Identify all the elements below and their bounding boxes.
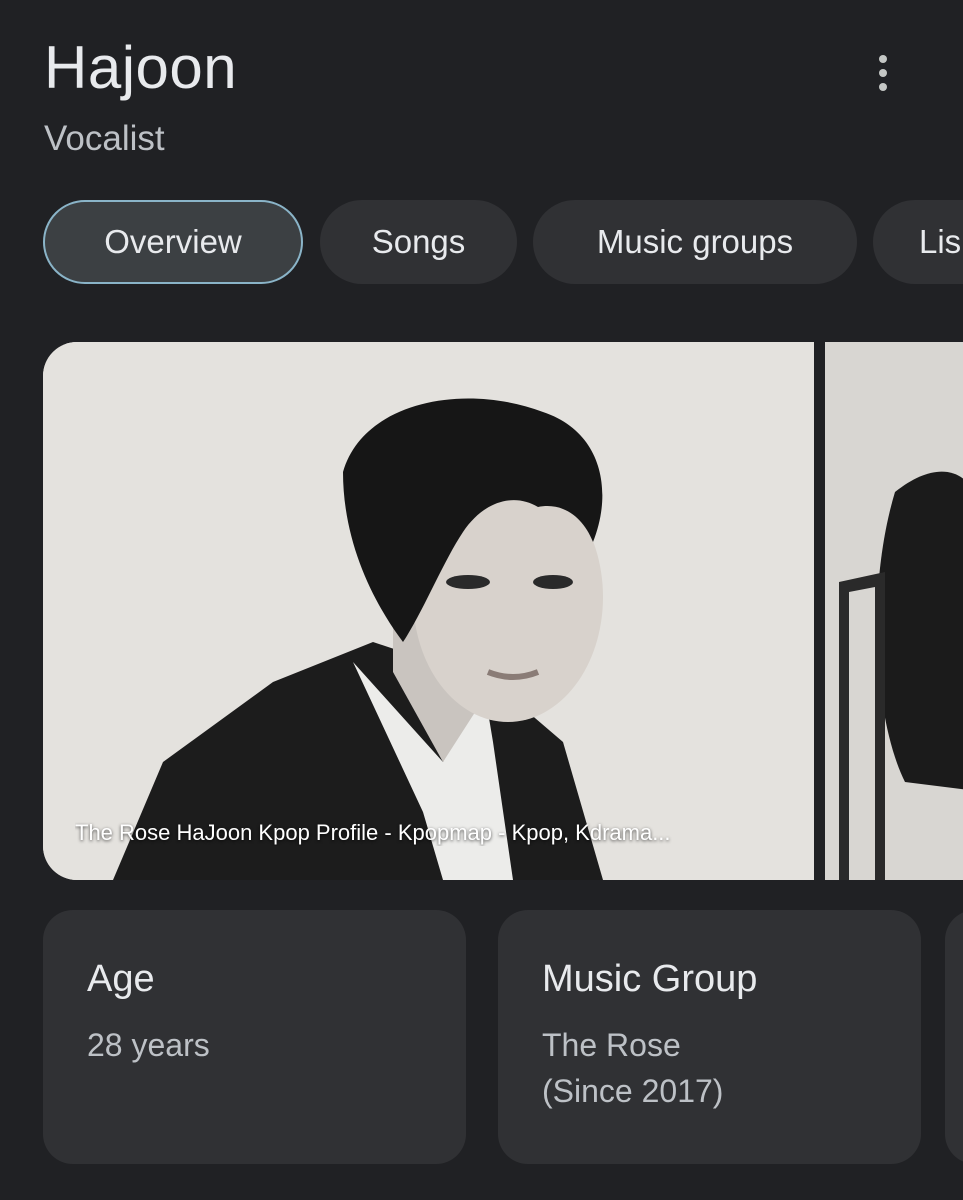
profile-photo[interactable]: The Rose HaJoon Kpop Profile - Kpopmap -…: [43, 342, 814, 880]
photo-2-illustration: [825, 342, 963, 880]
tab-overview[interactable]: Overview: [43, 200, 303, 284]
tab-lists[interactable]: Lis: [873, 200, 963, 284]
tab-songs[interactable]: Songs: [320, 200, 517, 284]
knowledge-panel: Hajoon Vocalist Overview Songs Music gro…: [0, 0, 963, 1200]
more-vert-icon: [879, 55, 887, 63]
fact-card-age[interactable]: Age 28 years: [43, 910, 466, 1164]
fact-value-line-2: (Since 2017): [542, 1073, 724, 1109]
page-title: Hajoon: [44, 34, 238, 101]
more-options-button[interactable]: [858, 48, 908, 98]
fact-card-music-group[interactable]: Music Group The Rose (Since 2017): [498, 910, 921, 1164]
fact-card-next[interactable]: [945, 910, 963, 1164]
fact-value: 28 years: [87, 1027, 210, 1063]
image-caption[interactable]: The Rose HaJoon Kpop Profile - Kpopmap -…: [75, 820, 784, 846]
image-carousel[interactable]: The Rose HaJoon Kpop Profile - Kpopmap -…: [0, 342, 963, 880]
fact-label: Age: [87, 958, 155, 1000]
fact-label: Music Group: [542, 958, 758, 1000]
facts-row: Age 28 years Music Group The Rose (Since…: [0, 910, 963, 1164]
page-subtitle: Vocalist: [44, 119, 165, 158]
portrait-illustration: [43, 342, 814, 880]
tab-bar: Overview Songs Music groups Lis: [0, 200, 963, 286]
profile-photo-2[interactable]: [825, 342, 963, 880]
tab-music-groups[interactable]: Music groups: [533, 200, 857, 284]
fact-value-line-1: The Rose: [542, 1027, 681, 1063]
